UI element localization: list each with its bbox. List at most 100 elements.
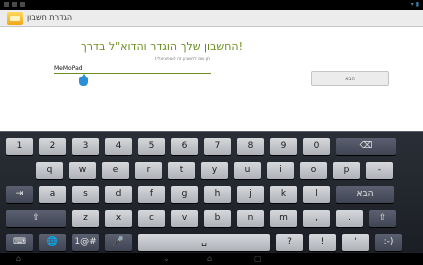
key-w[interactable]: w: [69, 162, 96, 179]
key-4-label: 4: [115, 141, 122, 151]
key-v[interactable]: v: [171, 210, 198, 227]
status-right: ▾ ▮: [411, 1, 419, 9]
key-2[interactable]: 2: [39, 138, 66, 155]
smiley-key[interactable]: :-): [375, 234, 402, 251]
account-name-label: תן שם לחשבון זה (אופציונלי): [154, 57, 210, 62]
key-'-label: ': [354, 237, 357, 247]
key-f[interactable]: f: [138, 186, 165, 203]
key-e-label: e: [112, 165, 119, 175]
key-u-label: u: [244, 165, 251, 175]
key-3[interactable]: 3: [72, 138, 99, 155]
shift-key-label: ⇧: [378, 213, 387, 223]
recents-icon[interactable]: ▢: [254, 254, 262, 264]
key-,-label: ,: [315, 213, 318, 223]
shift-key-label: ⇧: [32, 213, 40, 223]
key-z[interactable]: z: [72, 210, 99, 227]
key-e[interactable]: e: [102, 162, 129, 179]
next-button[interactable]: הבא: [311, 71, 389, 86]
key-l-label: l: [315, 189, 318, 199]
keyboard-settings-key[interactable]: ⌨: [6, 234, 33, 251]
shift-key[interactable]: ⇧: [6, 210, 66, 227]
language-key-label: 🌐: [46, 237, 59, 247]
key-g[interactable]: g: [171, 186, 198, 203]
key-6[interactable]: 6: [171, 138, 198, 155]
home-small-icon[interactable]: ⌂: [16, 254, 21, 264]
key-z-label: z: [83, 213, 88, 223]
key-j-label: j: [249, 189, 252, 199]
key-3-label: 3: [82, 141, 89, 151]
key-8-label: 8: [247, 141, 254, 151]
key-1-label: 1: [16, 141, 23, 151]
key-d[interactable]: d: [105, 186, 132, 203]
text-cursor-handle[interactable]: [79, 74, 88, 86]
key-q[interactable]: q: [36, 162, 63, 179]
key-p[interactable]: p: [333, 162, 360, 179]
notification-icon: [12, 2, 17, 7]
key-8[interactable]: 8: [237, 138, 264, 155]
key-5[interactable]: 5: [138, 138, 165, 155]
key-b[interactable]: b: [204, 210, 231, 227]
key-9[interactable]: 9: [270, 138, 297, 155]
key-j[interactable]: j: [237, 186, 264, 203]
status-bar: ▾ ▮: [0, 0, 423, 10]
key-x[interactable]: x: [105, 210, 132, 227]
key-r[interactable]: r: [135, 162, 162, 179]
next-key[interactable]: הבא: [336, 186, 394, 203]
battery-icon: ▮: [415, 1, 419, 8]
email-app-icon: [7, 12, 23, 25]
title-bar: הגדרת חשבון: [0, 10, 423, 27]
key-.[interactable]: .: [336, 210, 363, 227]
symbols-key[interactable]: 1@#: [72, 234, 99, 251]
key-4[interactable]: 4: [105, 138, 132, 155]
language-key[interactable]: 🌐: [39, 234, 66, 251]
key-p-label: p: [343, 165, 350, 175]
backspace-key[interactable]: ⌫: [336, 138, 396, 155]
shift-key[interactable]: ⇧: [369, 210, 396, 227]
key-![interactable]: !: [309, 234, 336, 251]
key-m[interactable]: m: [270, 210, 297, 227]
voice-input-key[interactable]: 🎤: [105, 234, 132, 251]
key-9-label: 9: [280, 141, 287, 151]
key-u[interactable]: u: [234, 162, 261, 179]
key-v-label: v: [181, 213, 188, 223]
key-h[interactable]: h: [204, 186, 231, 203]
key-1[interactable]: 1: [6, 138, 33, 155]
key-,[interactable]: ,: [303, 210, 330, 227]
key-'[interactable]: ': [342, 234, 369, 251]
notification-icon: [20, 2, 25, 7]
key---label: -: [377, 165, 382, 175]
key-t[interactable]: t: [168, 162, 195, 179]
tab-key[interactable]: ⇥: [6, 186, 33, 203]
key-?[interactable]: ?: [276, 234, 303, 251]
key-i-label: i: [279, 165, 282, 175]
voice-input-key-label: 🎤: [112, 237, 125, 247]
next-key-label: הבא: [356, 189, 374, 199]
key-o-label: o: [310, 165, 317, 175]
key-0[interactable]: 0: [303, 138, 330, 155]
key-l[interactable]: l: [303, 186, 330, 203]
window-title: הגדרת חשבון: [27, 13, 73, 22]
key-y[interactable]: y: [201, 162, 228, 179]
space-key[interactable]: ␣: [138, 234, 270, 251]
symbols-key-label: 1@#: [74, 237, 97, 247]
key--[interactable]: -: [366, 162, 393, 179]
key-5-label: 5: [148, 141, 155, 151]
account-name-field[interactable]: [54, 64, 211, 74]
tab-key-label: ⇥: [15, 189, 24, 199]
key-o[interactable]: o: [300, 162, 327, 179]
key-m-label: m: [279, 213, 288, 223]
key-s[interactable]: s: [72, 186, 99, 203]
key-k[interactable]: k: [270, 186, 297, 203]
key-i[interactable]: i: [267, 162, 294, 179]
key-n-label: n: [247, 213, 254, 223]
key-7[interactable]: 7: [204, 138, 231, 155]
key-a[interactable]: a: [39, 186, 66, 203]
home-icon[interactable]: ⌂: [207, 254, 212, 264]
key-n[interactable]: n: [237, 210, 264, 227]
key-g-label: g: [181, 189, 188, 199]
key-f-label: f: [149, 189, 154, 199]
key-s-label: s: [83, 189, 88, 199]
key-6-label: 6: [181, 141, 188, 151]
back-icon[interactable]: ⌄: [163, 254, 170, 264]
key-c[interactable]: c: [138, 210, 165, 227]
